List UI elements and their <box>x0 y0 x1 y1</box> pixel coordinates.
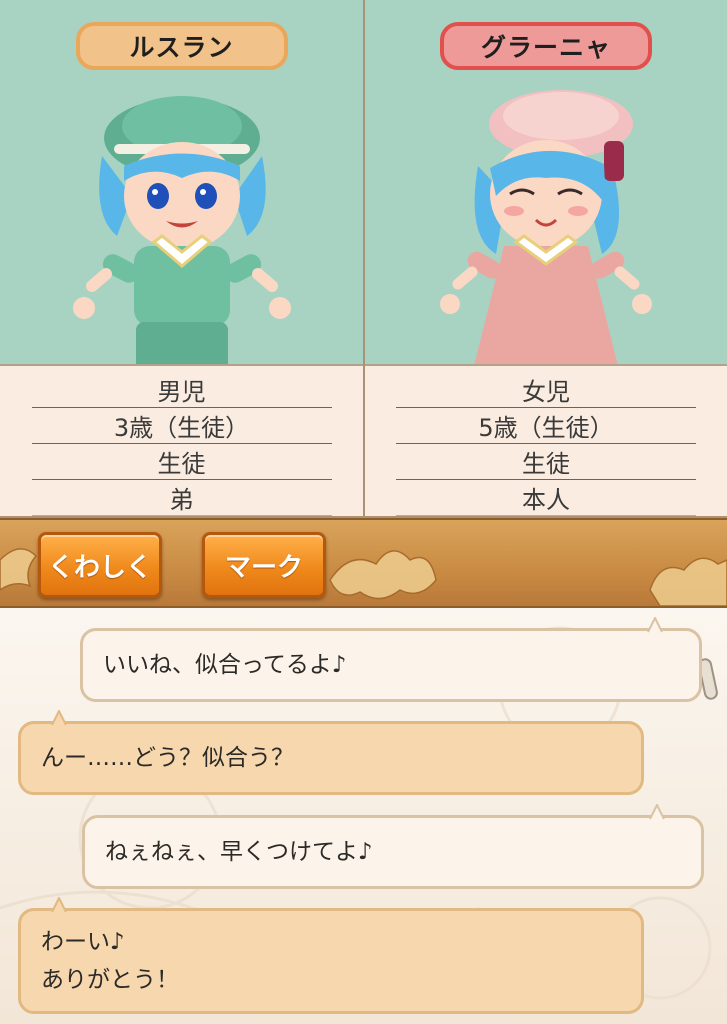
chat-message-text: ありがとう！ <box>41 967 179 993</box>
bubble-tail <box>51 897 67 913</box>
chat-message-text: わーい♪ <box>41 929 125 955</box>
action-toolbar: くわしく マーク <box>0 518 727 608</box>
character-info-table: 女児 5歳（生徒） 生徒 本人 <box>365 366 727 516</box>
chat-bubble-left: んー……どう？似合う？ <box>18 710 644 795</box>
chat-message-text: いいね、似合ってるよ♪ <box>103 652 347 678</box>
chat-bubble-left: わーい♪ ありがとう！ <box>18 897 644 1014</box>
info-relation: 弟 <box>31 480 332 516</box>
info-relation: 本人 <box>396 480 696 516</box>
character-panel-right: グラーニャ 女児 5歳（生徒） 生徒 本人 <box>363 0 727 516</box>
chat-message-text: ねぇねぇ、早くつけてよ♪ <box>105 839 373 865</box>
chat-bubble-right: ねぇねぇ、早くつけてよ♪ <box>82 804 704 889</box>
info-gender: 男児 <box>31 372 332 408</box>
character-name-tag: ルスラン <box>75 22 288 70</box>
info-age: 5歳（生徒） <box>396 408 696 444</box>
bubble-tail <box>647 617 663 633</box>
character-portrait-girl[interactable]: グラーニャ <box>365 0 727 366</box>
character-portrait-boy[interactable]: ルスラン <box>0 0 363 366</box>
character-comparison: ルスラン 男児 3歳（生徒） 生徒 弟 グラーニャ 女児 5歳（生徒） 生徒 本… <box>0 0 727 518</box>
bubble-tail <box>51 710 67 726</box>
chat-log[interactable]: いいね、似合ってるよ♪ んー……どう？似合う？ ねぇねぇ、早くつけてよ♪ わーい… <box>0 608 727 1024</box>
info-gender: 女児 <box>396 372 696 408</box>
character-panel-left: ルスラン 男児 3歳（生徒） 生徒 弟 <box>0 0 363 516</box>
character-name-tag: グラーニャ <box>440 22 652 70</box>
info-age: 3歳（生徒） <box>31 408 332 444</box>
girl-avatar-image <box>440 90 652 364</box>
mark-button[interactable]: マーク <box>202 532 326 598</box>
info-role: 生徒 <box>396 444 696 480</box>
bubble-tail <box>649 804 665 820</box>
chat-message-text: んー……どう？似合う？ <box>41 745 294 771</box>
details-button[interactable]: くわしく <box>38 532 162 598</box>
boy-avatar-image <box>72 96 291 364</box>
chat-bubble-right: いいね、似合ってるよ♪ <box>80 617 702 702</box>
character-info-table: 男児 3歳（生徒） 生徒 弟 <box>0 366 363 516</box>
info-role: 生徒 <box>31 444 332 480</box>
